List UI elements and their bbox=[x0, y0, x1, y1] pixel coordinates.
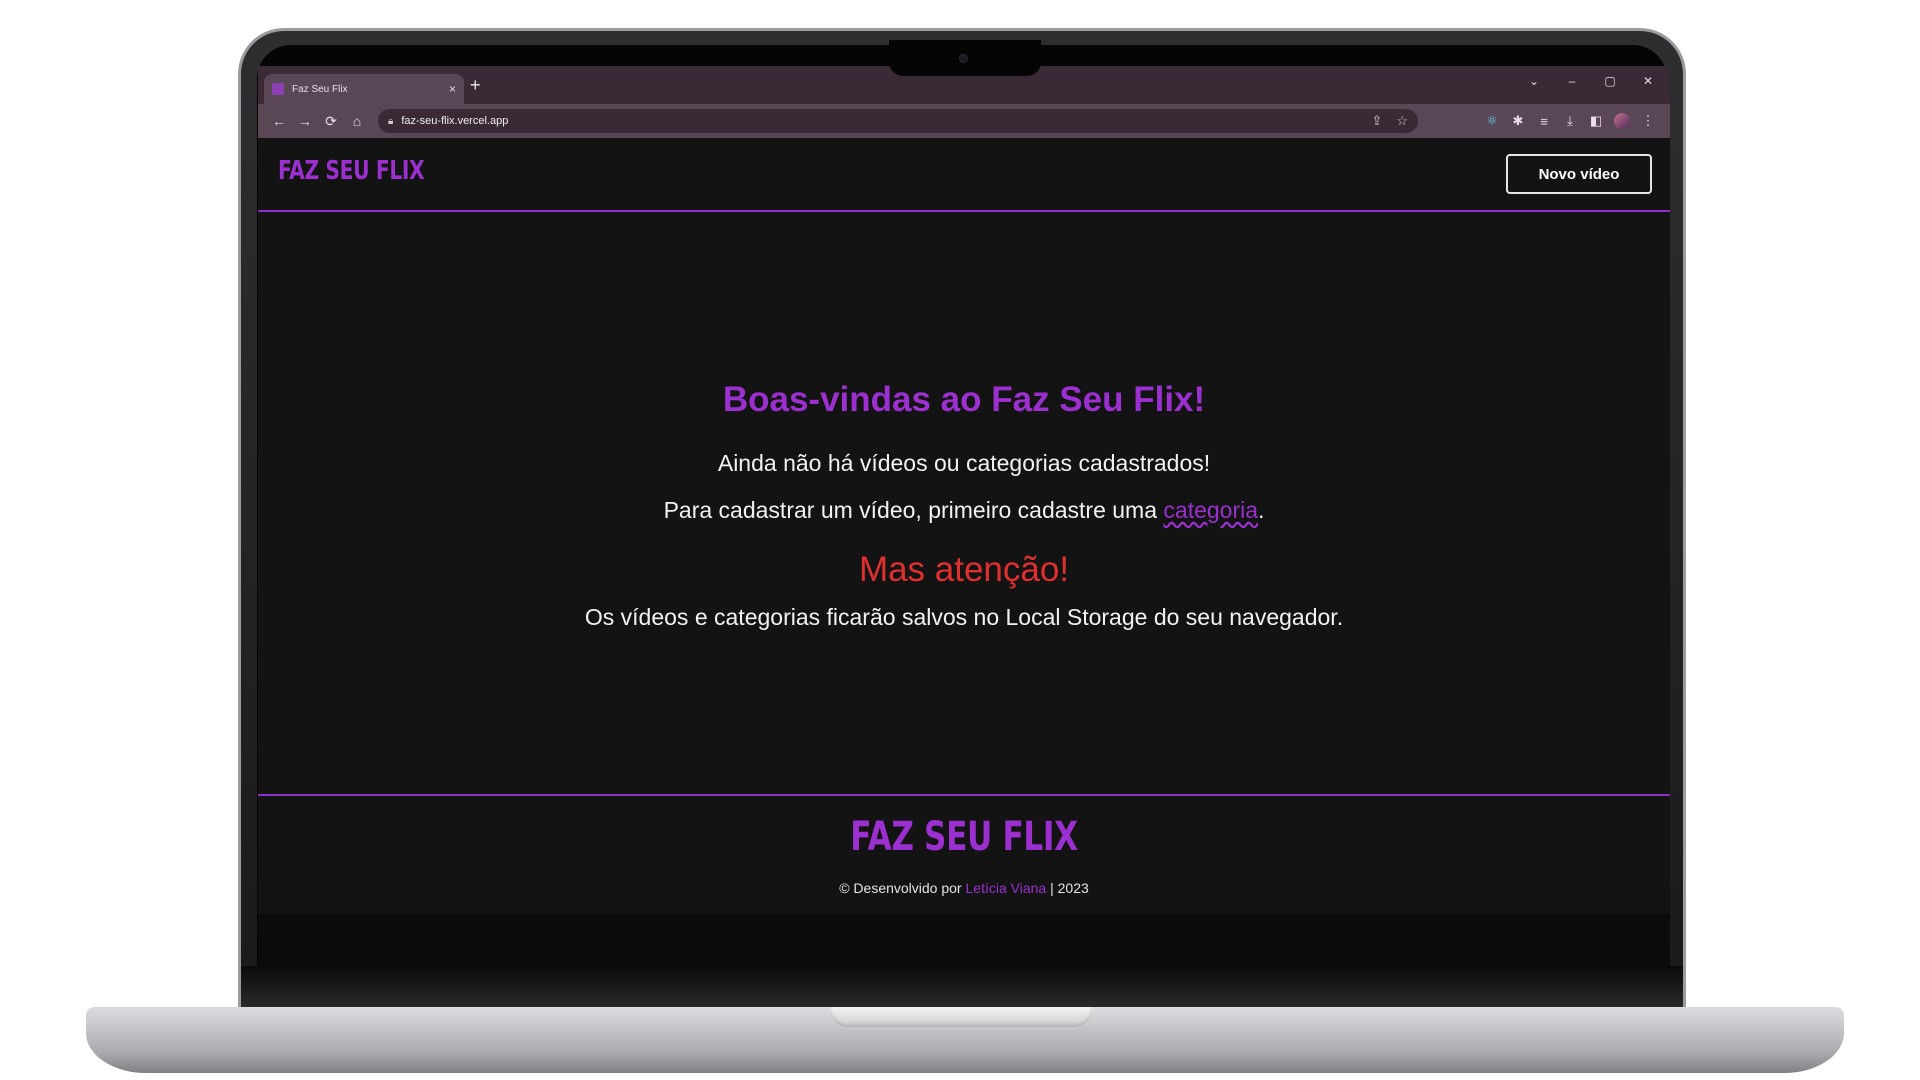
sidepanel-icon[interactable]: ◧ bbox=[1588, 113, 1604, 129]
extension-icons: ⚛ ✱ ≡ ⤓ ◧ ⋮ bbox=[1484, 113, 1662, 129]
star-icon[interactable]: ☆ bbox=[1396, 113, 1408, 129]
url-text[interactable]: faz-seu-flix.vercel.app bbox=[401, 115, 1357, 127]
tab-title: Faz Seu Flix bbox=[292, 83, 348, 95]
site-footer: FAZ SEU FLIX © Desenvolvido por Letícia … bbox=[258, 794, 1670, 914]
footer-logo: FAZ SEU FLIX bbox=[850, 814, 1078, 860]
react-devtools-icon[interactable]: ⚛ bbox=[1484, 113, 1500, 129]
site-header: FAZ SEU FLIX Novo vídeo bbox=[258, 138, 1670, 212]
menu-dots-icon[interactable]: ⋮ bbox=[1640, 113, 1656, 129]
page-bottom-area bbox=[258, 914, 1670, 966]
camera-icon bbox=[959, 54, 968, 63]
laptop-screen: Faz Seu Flix × + ⌄ – ▢ ✕ ← → ⟳ ⌂ 🔒︎ faz-… bbox=[258, 66, 1670, 966]
author-link[interactable]: Letícia Viana bbox=[966, 880, 1047, 896]
new-tab-button[interactable]: + bbox=[470, 76, 481, 94]
storage-note: Os vídeos e categorias ficarão salvos no… bbox=[584, 604, 1344, 630]
window-controls: ⌄ – ▢ ✕ bbox=[1526, 74, 1656, 88]
instruction-text: Para cadastrar um vídeo, primeiro cadast… bbox=[258, 497, 1670, 524]
forward-arrow-icon[interactable]: → bbox=[292, 113, 318, 129]
welcome-section: Boas-vindas ao Faz Seu Flix! Ainda não h… bbox=[258, 212, 1670, 794]
address-bar[interactable]: 🔒︎ faz-seu-flix.vercel.app ⇪ ☆ bbox=[378, 109, 1418, 133]
camera-notch bbox=[889, 40, 1041, 76]
browser-tab[interactable]: Faz Seu Flix × bbox=[264, 74, 464, 104]
warning-title: Mas atenção! bbox=[858, 550, 1070, 589]
close-window-icon[interactable]: ✕ bbox=[1640, 74, 1656, 88]
extensions-icon[interactable]: ✱ bbox=[1510, 113, 1526, 129]
category-link[interactable]: categoria bbox=[1163, 497, 1258, 523]
laptop-chin bbox=[241, 966, 1683, 1008]
favicon-icon bbox=[272, 83, 284, 95]
footer-credits: © Desenvolvido por Letícia Viana | 2023 bbox=[258, 880, 1670, 896]
reload-icon[interactable]: ⟳ bbox=[318, 113, 344, 130]
lock-icon[interactable]: 🔒︎ bbox=[388, 116, 393, 127]
minimize-icon[interactable]: – bbox=[1564, 74, 1580, 88]
back-arrow-icon[interactable]: ← bbox=[266, 113, 292, 129]
tab-search-icon[interactable]: ⌄ bbox=[1526, 74, 1542, 88]
new-video-button[interactable]: Novo vídeo bbox=[1506, 154, 1652, 194]
laptop-base-notch bbox=[830, 1007, 1092, 1027]
welcome-title: Boas-vindas ao Faz Seu Flix! bbox=[722, 380, 1206, 419]
web-page: FAZ SEU FLIX Novo vídeo Boas-vindas ao F… bbox=[258, 138, 1670, 966]
profile-avatar[interactable] bbox=[1614, 113, 1630, 129]
instruction-prefix: Para cadastrar um vídeo, primeiro cadast… bbox=[663, 497, 1164, 523]
credits-suffix: | 2023 bbox=[1046, 880, 1089, 896]
home-icon[interactable]: ⌂ bbox=[344, 113, 370, 129]
tab-close-icon[interactable]: × bbox=[449, 83, 456, 95]
credits-prefix: © Desenvolvido por bbox=[839, 880, 966, 896]
maximize-icon[interactable]: ▢ bbox=[1602, 74, 1618, 88]
share-icon[interactable]: ⇪ bbox=[1371, 113, 1382, 129]
browser-toolbar: ← → ⟳ ⌂ 🔒︎ faz-seu-flix.vercel.app ⇪ ☆ ⚛… bbox=[258, 104, 1670, 138]
site-logo[interactable]: FAZ SEU FLIX bbox=[278, 156, 425, 186]
media-icon[interactable]: ≡ bbox=[1536, 114, 1552, 129]
no-content-text: Ainda não há vídeos ou categorias cadast… bbox=[717, 450, 1211, 476]
download-icon[interactable]: ⤓ bbox=[1562, 113, 1578, 129]
instruction-suffix: . bbox=[1258, 497, 1265, 523]
